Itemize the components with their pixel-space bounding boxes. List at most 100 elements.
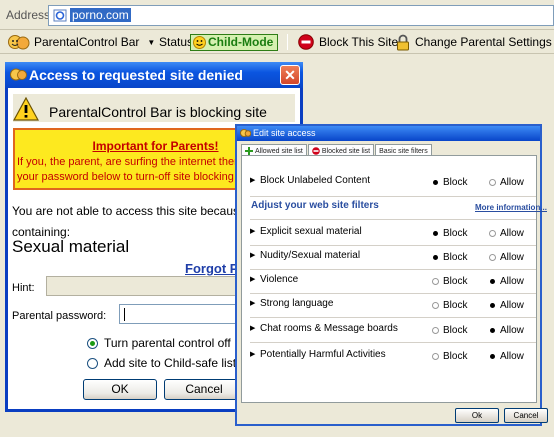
status-mode[interactable]: Child-Mode: [190, 33, 279, 51]
allow-radio[interactable]: Allow: [489, 321, 524, 339]
block-label: Block: [443, 275, 468, 287]
filters-panel: ▶ Block Unlabeled Content Block Allow Ad…: [241, 155, 547, 403]
parental-toolbar: ParentalControl Bar ▼ Status: Child-Mode…: [0, 30, 554, 54]
filter-row: ▶ Strong language Block Allow: [250, 296, 536, 316]
radio-unchecked: [489, 253, 496, 261]
cancel-button[interactable]: Cancel: [164, 379, 244, 400]
forgot-password-link[interactable]: Forgot P: [185, 261, 238, 276]
filter-label: Violence: [260, 274, 299, 285]
allow-radio[interactable]: Allow: [489, 347, 524, 365]
block-radio[interactable]: Block: [432, 321, 467, 339]
filter-label: Explicit sexual material: [260, 226, 362, 237]
block-radio[interactable]: Block: [432, 224, 467, 242]
text-caret: [124, 308, 125, 321]
tab-label: Basic site filters: [379, 147, 428, 155]
allow-radio[interactable]: Allow: [489, 224, 524, 242]
allow-radio[interactable]: Allow: [489, 296, 524, 314]
allow-label: Allow: [500, 176, 524, 188]
change-settings-label: Change Parental Settings: [415, 35, 552, 49]
radio-unchecked: [432, 277, 439, 285]
edit-cancel-button[interactable]: Cancel: [504, 408, 548, 423]
radio-checked: [432, 179, 439, 186]
radio-checked: [489, 327, 496, 334]
reason-text: You are not able to access this site bec…: [12, 204, 262, 218]
allow-radio[interactable]: Allow: [489, 173, 524, 191]
app-menu-button[interactable]: ParentalControl Bar ▼: [8, 33, 155, 51]
block-radio[interactable]: Block: [432, 173, 467, 191]
divider: [250, 196, 536, 197]
family-logo-icon: [240, 129, 251, 137]
filter-row: ▶ Chat rooms & Message boards Block Allow: [250, 321, 536, 341]
arrow-right-icon: ▶: [250, 325, 256, 332]
close-button[interactable]: ✕: [280, 65, 300, 85]
radio-unchecked: [87, 357, 98, 369]
radio-unchecked: [432, 352, 439, 360]
block-radio[interactable]: Block: [432, 347, 467, 365]
lock-icon: [397, 34, 409, 50]
filter-row-unlabeled: ▶ Block Unlabeled Content Block Allow: [250, 173, 536, 193]
allow-radio[interactable]: Allow: [489, 248, 524, 266]
allow-radio[interactable]: Allow: [489, 272, 524, 290]
block-label: Block: [443, 299, 468, 311]
arrow-right-icon: ▶: [250, 228, 256, 235]
add-safe-list-radio[interactable]: Add site to Child-safe list: [87, 356, 236, 370]
ie-page-icon: [53, 9, 67, 22]
radio-unchecked: [432, 301, 439, 309]
dialog-title: Access to requested site denied: [29, 67, 243, 83]
address-input[interactable]: porno.com: [48, 5, 554, 26]
filter-row: ▶ Violence Block Allow: [250, 272, 536, 292]
block-label: Block: [443, 251, 468, 263]
allow-label: Allow: [500, 299, 524, 311]
block-site-label: Block This Site: [319, 35, 399, 49]
edit-site-access-dialog: Edit site access Allowed site list Block…: [235, 124, 548, 426]
filter-label: Chat rooms & Message boards: [260, 323, 398, 334]
adjust-heading: Adjust your web site filters: [251, 200, 379, 211]
filter-row: ▶ Explicit sexual material Block Allow: [250, 224, 536, 244]
dialog-titlebar: Access to requested site denied ✕: [5, 62, 303, 88]
more-info-link[interactable]: More information...: [475, 203, 547, 212]
block-radio[interactable]: Block: [432, 248, 467, 266]
app-name: ParentalControl Bar: [34, 35, 140, 49]
toolbar-divider: [287, 34, 288, 50]
ok-button[interactable]: OK: [83, 379, 157, 400]
block-radio[interactable]: Block: [432, 272, 467, 290]
block-radio[interactable]: Block: [432, 296, 467, 314]
blocking-message: ParentalControl Bar is blocking site: [49, 104, 267, 120]
allow-label: Allow: [500, 275, 524, 287]
allow-label: Allow: [500, 324, 524, 336]
radio-checked: [87, 337, 98, 349]
arrow-right-icon: ▶: [250, 252, 256, 259]
radio-checked: [432, 254, 439, 261]
option-label: Turn parental control off: [104, 336, 231, 350]
filter-label: Potentially Harmful Activities: [260, 349, 386, 360]
radio-checked: [489, 302, 496, 309]
hint-label: Hint:: [12, 282, 35, 294]
block-label: Block: [443, 324, 468, 336]
radio-checked: [432, 230, 439, 237]
block-icon: [298, 34, 314, 50]
filter-row: ▶ Nudity/Sexual material Block Allow: [250, 248, 536, 268]
filter-label: Strong language: [260, 298, 334, 309]
block-site-button[interactable]: Block This Site: [298, 33, 398, 51]
address-url: porno.com: [70, 8, 131, 22]
divider: [250, 245, 536, 246]
password-label: Parental password:: [12, 310, 107, 322]
warning-icon: [13, 97, 39, 121]
smiley-icon: [193, 35, 206, 49]
arrow-right-icon: ▶: [250, 300, 256, 307]
option-label: Add site to Child-safe list: [104, 356, 237, 370]
allow-label: Allow: [500, 251, 524, 263]
address-label: Address: [6, 8, 51, 22]
radio-unchecked: [432, 326, 439, 334]
tab-label: Blocked site list: [321, 147, 371, 155]
change-settings-button[interactable]: Change Parental Settings: [396, 33, 552, 51]
arrow-right-icon: ▶: [250, 276, 256, 283]
blocked-category: Sexual material: [12, 237, 130, 256]
block-label: Block: [443, 350, 468, 362]
turn-off-radio[interactable]: Turn parental control off: [87, 336, 231, 350]
edit-ok-button[interactable]: Ok: [455, 408, 499, 423]
filter-label: Block Unlabeled Content: [260, 175, 371, 186]
dropdown-arrow-icon: ▼: [147, 37, 156, 47]
filter-row: ▶ Potentially Harmful Activities Block Allo…: [250, 347, 536, 367]
arrow-right-icon: ▶: [250, 351, 256, 358]
